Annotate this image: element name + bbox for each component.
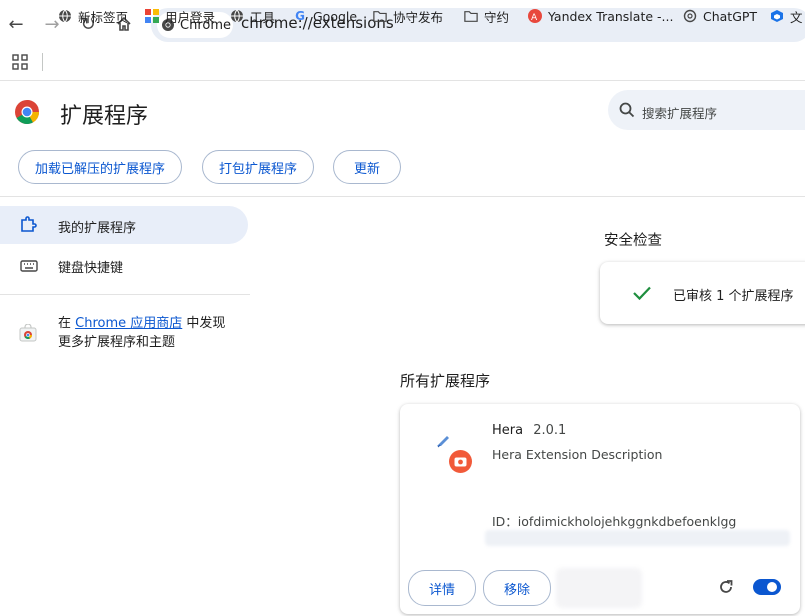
globe-icon: [58, 9, 72, 23]
record-badge-icon: [449, 450, 472, 473]
header-divider: [0, 196, 805, 197]
webstore-icon: [19, 323, 37, 342]
hera-logo-icon: [436, 433, 450, 448]
extension-name: Hera: [492, 423, 524, 438]
extension-description: Hera Extension Description: [492, 447, 663, 462]
apps-grid-icon[interactable]: [12, 54, 28, 70]
checkmark-icon: [632, 285, 652, 301]
bookmark-item[interactable]: 守约: [464, 6, 509, 26]
search-input[interactable]: 搜索扩展程序: [642, 103, 717, 122]
folder-icon: [464, 9, 478, 23]
bookmarks-divider: [42, 53, 43, 71]
toggle-knob: [767, 582, 777, 592]
update-button[interactable]: 更新: [333, 150, 401, 184]
remove-button[interactable]: 移除: [483, 570, 551, 606]
extension-id: ID：iofdimickholojehkggnkdbefoenklgg: [492, 514, 737, 529]
sidebar-item-shortcuts[interactable]: 键盘快捷键: [58, 257, 123, 276]
bookmarks-bar: [0, 48, 805, 81]
folder-icon: [373, 9, 387, 23]
details-button[interactable]: 详情: [408, 570, 476, 606]
bookmark-item[interactable]: 工具: [230, 6, 275, 26]
yandex-icon: A: [528, 9, 542, 23]
svg-text:A: A: [531, 13, 538, 23]
all-extensions-heading: 所有扩展程序: [400, 372, 491, 390]
bookmark-item[interactable]: ChatGPT: [683, 6, 757, 26]
safety-status: 已审核 1 个扩展程序: [673, 289, 794, 304]
google-icon: G: [295, 9, 305, 23]
load-unpacked-button[interactable]: 加载已解压的扩展程序: [18, 150, 182, 184]
page-title: 扩展程序: [60, 104, 149, 129]
chrome-logo-icon: [14, 99, 40, 125]
app-icon: [145, 9, 159, 23]
extension-title: Hera 2.0.1: [492, 423, 566, 438]
webstore-link[interactable]: Chrome 应用商店: [75, 316, 182, 331]
puzzle-icon: [19, 216, 37, 234]
search-icon: [619, 102, 635, 118]
bookmark-item[interactable]: 用户登录: [145, 6, 215, 26]
cube-icon: [770, 9, 784, 23]
globe-icon: [230, 9, 244, 23]
pack-extension-button[interactable]: 打包扩展程序: [202, 150, 314, 184]
bookmark-item[interactable]: 新标签页: [58, 6, 128, 26]
bookmark-item[interactable]: 协守发布: [373, 6, 443, 26]
extension-version: 2.0.1: [533, 423, 567, 438]
sidebar-item-label: 我的扩展程序: [58, 221, 137, 236]
keyboard-icon: [20, 258, 38, 272]
webstore-promo: 在 Chrome 应用商店 中发现 更多扩展程序和主题: [58, 316, 226, 350]
reload-extension-icon[interactable]: [718, 579, 734, 595]
safety-check-heading: 安全检查: [604, 233, 662, 249]
redacted-block: [556, 568, 642, 608]
bookmark-item[interactable]: G Google: [293, 6, 357, 26]
bookmark-item[interactable]: A Yandex Translate -...: [528, 6, 673, 26]
bookmark-item[interactable]: 文: [770, 6, 803, 26]
openai-icon: [683, 9, 697, 23]
redacted-line: [485, 530, 790, 546]
back-icon[interactable]: ←: [2, 10, 30, 38]
sidebar-divider: [0, 294, 250, 295]
